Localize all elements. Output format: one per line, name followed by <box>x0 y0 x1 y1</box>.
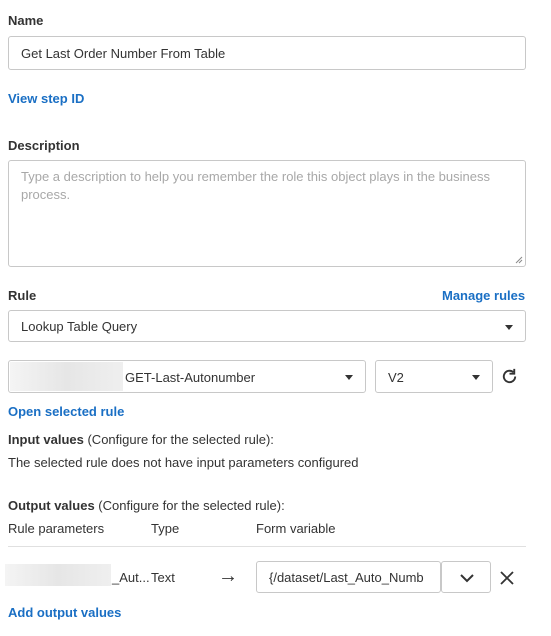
form-variable-input[interactable]: {/dataset/Last_Auto_Numb <box>256 561 441 593</box>
name-label: Name <box>8 13 44 28</box>
version-value: V2 <box>388 370 404 385</box>
resize-handle-icon[interactable] <box>515 256 523 264</box>
name-input[interactable]: Get Last Order Number From Table <box>8 36 526 70</box>
form-variable-dropdown-button[interactable] <box>441 561 491 593</box>
output-values-title: Output values <box>8 498 95 513</box>
manage-rules-link[interactable]: Manage rules <box>442 288 525 303</box>
view-step-id-link[interactable]: View step ID <box>8 91 84 106</box>
refresh-icon[interactable] <box>500 367 519 386</box>
chevron-down-icon <box>505 325 513 330</box>
rule-name-value: GET-Last-Autonumber <box>125 370 256 385</box>
input-values-title: Input values <box>8 432 84 447</box>
form-variable-value: {/dataset/Last_Auto_Numb <box>269 570 424 585</box>
output-values-suffix: (Configure for the selected rule): <box>94 498 285 513</box>
version-select[interactable]: V2 <box>375 360 493 393</box>
description-placeholder: Type a description to help you remember … <box>21 169 490 202</box>
row-type: Text <box>151 570 175 585</box>
rule-label: Rule <box>8 288 37 303</box>
column-header-form-variable: Form variable <box>256 521 336 536</box>
chevron-down-icon <box>460 574 474 583</box>
rule-name-select[interactable]: GET-Last-Autonumber <box>8 360 366 393</box>
table-divider <box>8 546 526 547</box>
add-output-values-link[interactable]: Add output values <box>8 605 121 620</box>
rule-type-value: Lookup Table Query <box>21 319 138 334</box>
rule-type-select[interactable]: Lookup Table Query <box>8 310 526 342</box>
chevron-down-icon <box>345 375 353 380</box>
column-header-type: Type <box>151 521 180 536</box>
output-values-heading: Output values (Configure for the selecte… <box>8 498 285 513</box>
description-label: Description <box>8 138 80 153</box>
input-values-suffix: (Configure for the selected rule): <box>83 432 274 447</box>
chevron-down-icon <box>472 375 480 380</box>
row-parameter: _Aut... <box>112 570 150 585</box>
open-selected-rule-link[interactable]: Open selected rule <box>8 404 124 419</box>
input-values-message: The selected rule does not have input pa… <box>8 455 359 470</box>
column-header-rule-parameters: Rule parameters <box>8 521 105 536</box>
redacted-area <box>5 564 111 586</box>
redacted-area <box>10 362 123 391</box>
description-textarea[interactable]: Type a description to help you remember … <box>8 160 526 267</box>
close-icon[interactable] <box>500 571 514 585</box>
arrow-right-icon: → <box>218 565 238 587</box>
table-row: _Aut... Text → {/dataset/Last_Auto_Numb <box>0 560 551 596</box>
input-values-heading: Input values (Configure for the selected… <box>8 432 274 447</box>
name-input-value: Get Last Order Number From Table <box>21 46 226 61</box>
